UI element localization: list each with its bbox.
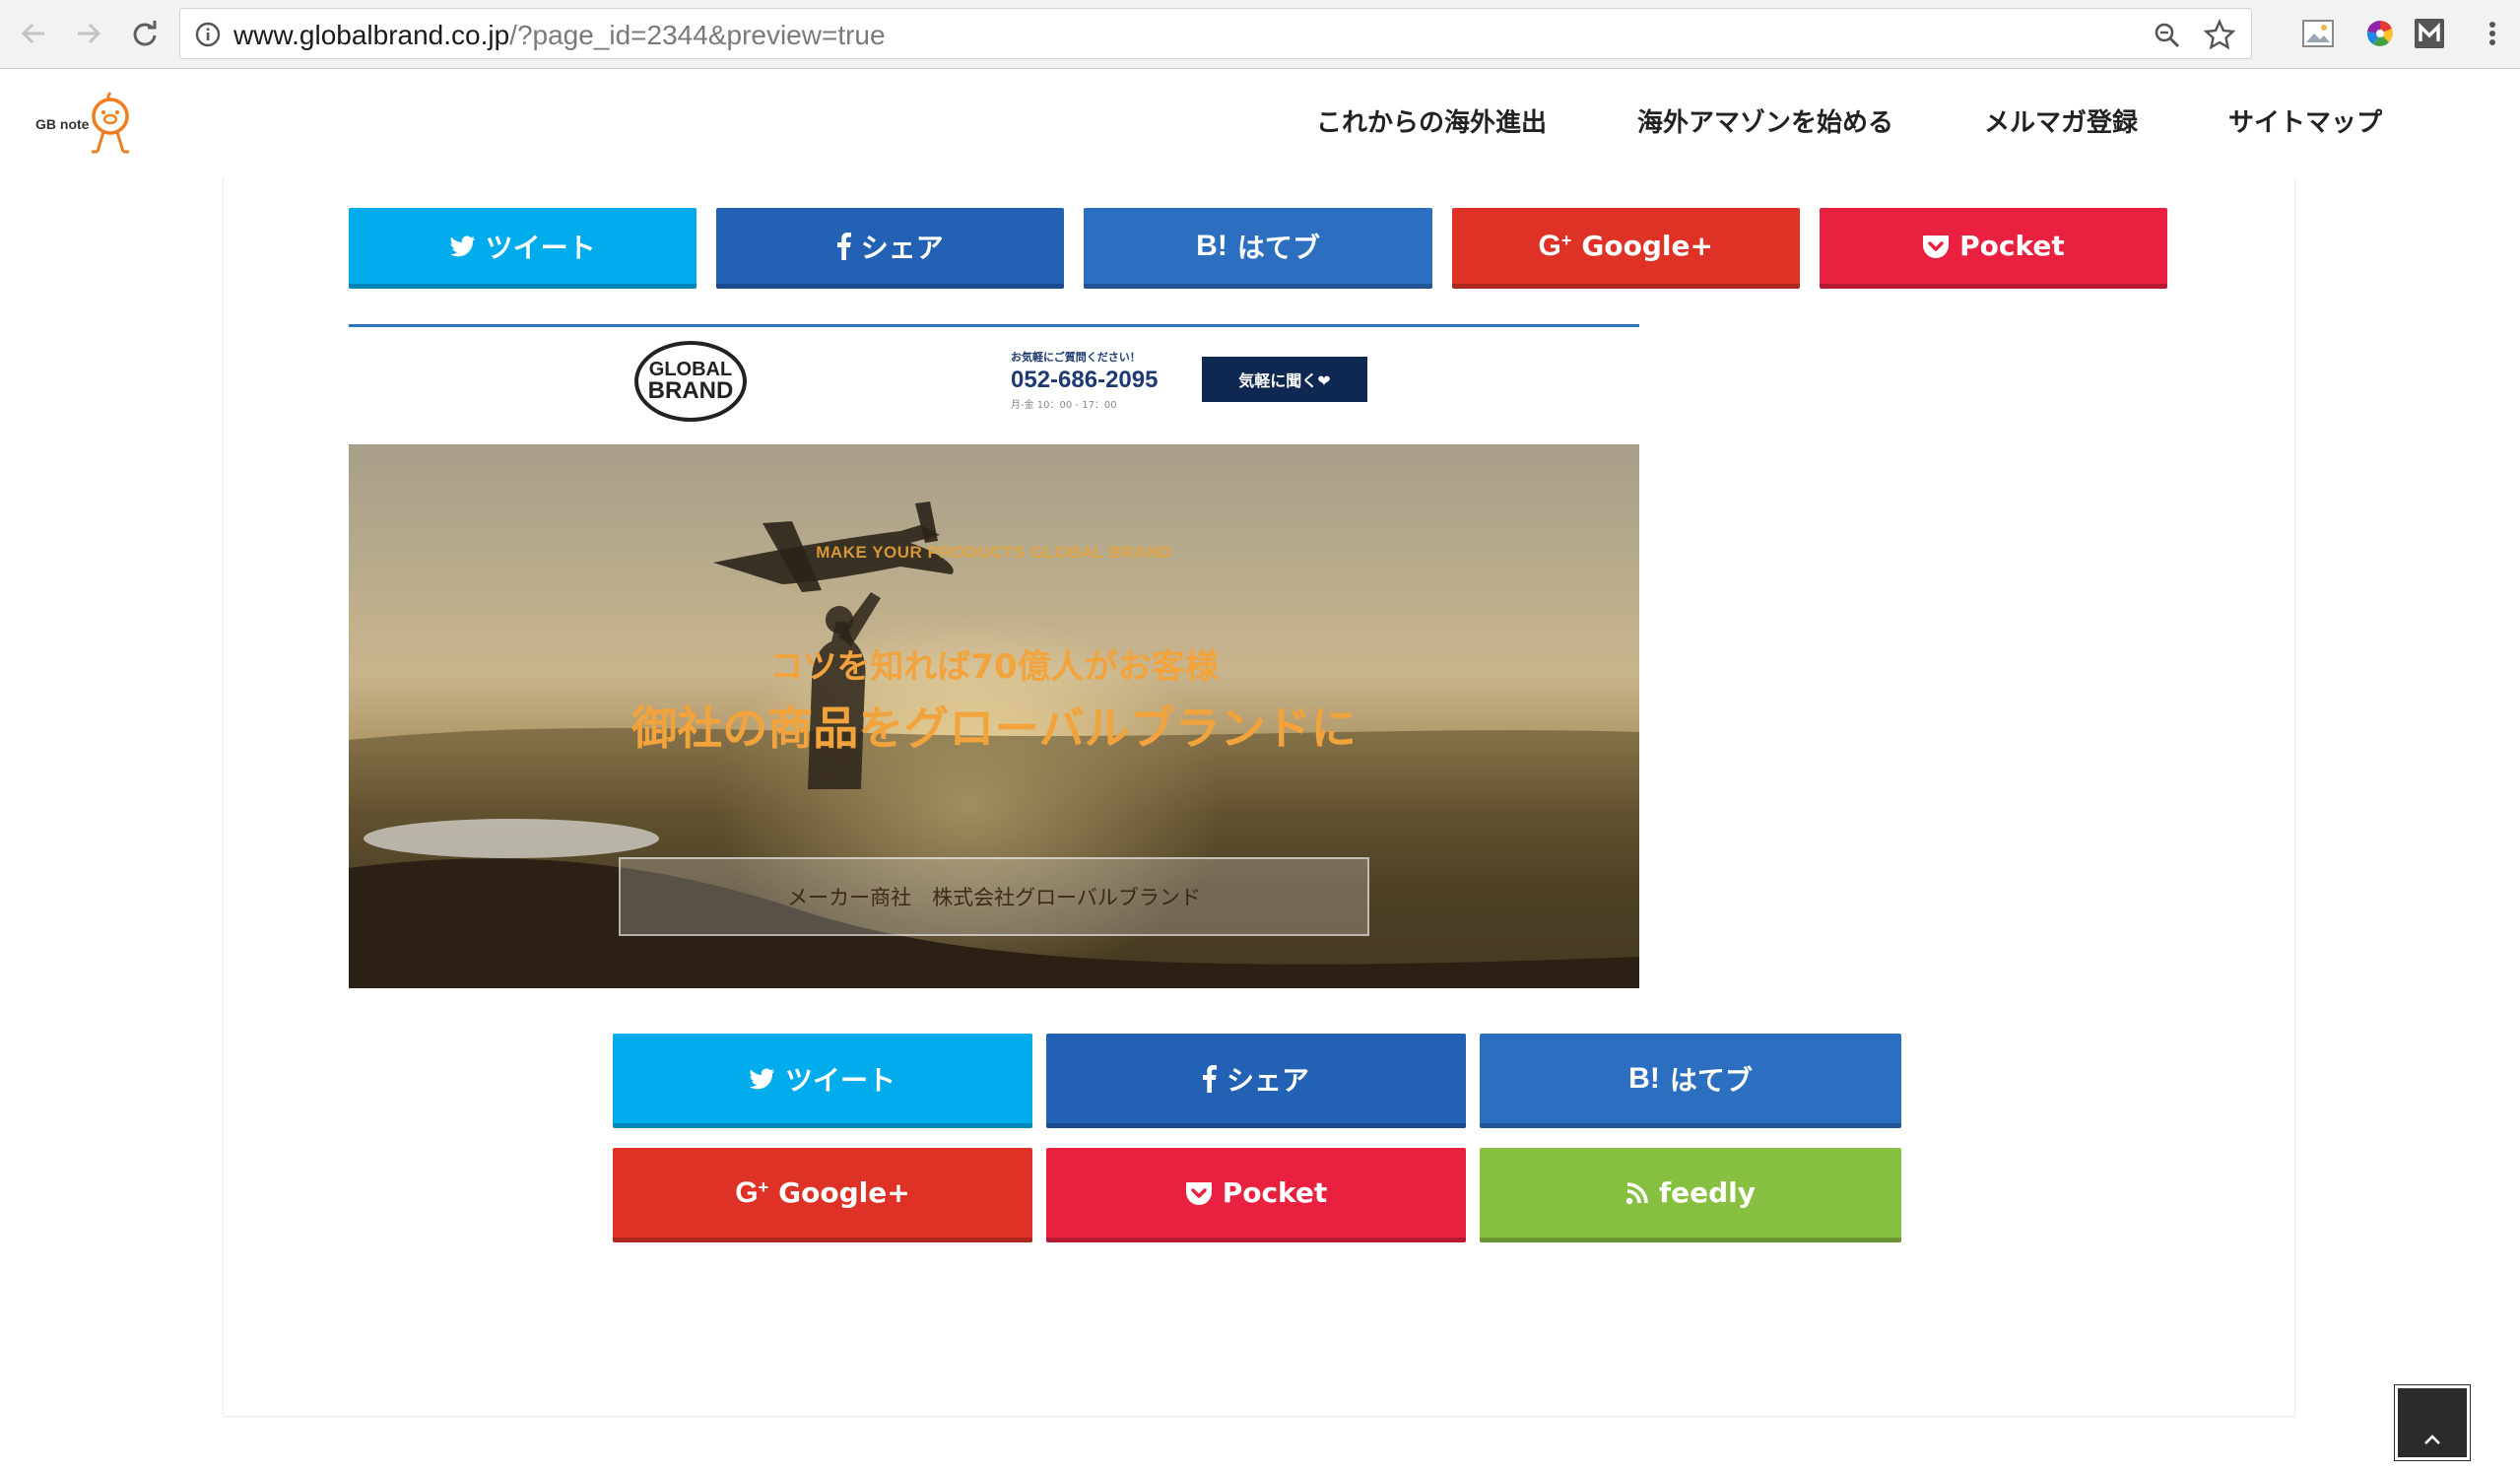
twitter-share-label: ツイート [784, 1063, 895, 1097]
hatena-bookmark-icon: B! [1628, 1061, 1660, 1095]
facebook-share-button[interactable]: シェア [716, 208, 1065, 289]
global-brand-logo-line2: BRAND [647, 377, 734, 404]
hatena-bookmark-label: はてブ [1669, 1063, 1753, 1097]
pocket-icon [1185, 1180, 1213, 1206]
phone-number: 052-686-2095 [1011, 367, 1159, 393]
feedly-follow-button[interactable]: feedly [1480, 1148, 1901, 1242]
zoom-icon [2155, 23, 2180, 48]
mascot-icon [92, 92, 129, 154]
embedded-site-screenshot: GLOBAL BRAND お気軽にご質問ください！ 052-686-2095 月… [349, 324, 1639, 988]
nav-item-sitemap[interactable]: サイトマップ [2228, 102, 2382, 139]
logo-text: GB note [35, 116, 90, 132]
facebook-icon [1202, 1064, 1217, 1093]
reload-button[interactable] [124, 14, 164, 53]
site-header: GB note これからの海外進出 海外アマゾンを始める メルマガ登録 サイトマ… [0, 69, 2520, 177]
ask-button[interactable]: 気軽に聞く❤ [1202, 357, 1367, 402]
forward-arrow-icon [78, 23, 101, 44]
contact-caption: お気軽にご質問ください！ [1011, 351, 1141, 364]
pocket-share-button[interactable]: Pocket [1046, 1148, 1466, 1242]
browser-menu-icon[interactable] [2475, 16, 2510, 51]
hatena-bookmark-button[interactable]: B! はてブ [1084, 208, 1432, 289]
extension-color-wheel-icon[interactable] [2362, 16, 2398, 51]
google-plus-share-label: Google+ [1581, 230, 1713, 262]
pocket-share-button[interactable]: Pocket [1819, 208, 2168, 289]
hatena-bookmark-button[interactable]: B! はてブ [1480, 1034, 1901, 1128]
twitter-share-button[interactable]: ツイート [349, 208, 697, 289]
url-text[interactable]: www.globalbrand.co.jp/?page_id=2344&prev… [233, 20, 886, 51]
browser-toolbar: www.globalbrand.co.jp/?page_id=2344&prev… [0, 0, 2520, 69]
embedded-header: GLOBAL BRAND お気軽にご質問ください！ 052-686-2095 月… [349, 324, 1639, 444]
hero-title-1: コツを知れば70億人がお客様 [769, 647, 1219, 687]
back-to-top-button[interactable] [2394, 1384, 2471, 1461]
bookmark-star-icon [2204, 19, 2235, 50]
rss-icon [1625, 1181, 1649, 1205]
twitter-share-label: ツイート [485, 231, 596, 264]
google-plus-icon: G + [1538, 229, 1572, 262]
hatena-bookmark-label: はてブ [1236, 231, 1320, 264]
extension-m-icon[interactable] [2412, 16, 2447, 51]
chevron-up-icon [2424, 1435, 2440, 1444]
pocket-icon [1922, 234, 1950, 259]
site-logo[interactable]: GB note [33, 91, 142, 160]
global-nav: これからの海外進出 海外アマゾンを始める メルマガ登録 サイトマップ [1316, 102, 2382, 139]
google-plus-share-button[interactable]: G + Google+ [1451, 208, 1800, 289]
reload-icon [133, 21, 157, 46]
back-arrow-icon [21, 23, 44, 44]
pocket-share-label: Pocket [1959, 230, 2065, 262]
twitter-icon [449, 234, 476, 257]
hatena-bookmark-icon: B! [1196, 229, 1227, 262]
google-plus-icon: G + [735, 1175, 769, 1209]
address-bar[interactable]: www.globalbrand.co.jp/?page_id=2344&prev… [179, 8, 2252, 59]
twitter-share-button[interactable]: ツイート [613, 1034, 1032, 1128]
nav-item-overseas-expansion[interactable]: これからの海外進出 [1316, 102, 1547, 139]
pocket-share-label: Pocket [1222, 1176, 1328, 1209]
back-button[interactable] [14, 14, 53, 53]
google-plus-share-button[interactable]: G + Google+ [613, 1148, 1032, 1242]
global-brand-logo-line1: GLOBAL [648, 359, 733, 380]
hero-title-2: 御社の商品をグローバルブランドに [631, 702, 1357, 755]
feedly-label: feedly [1658, 1176, 1757, 1209]
forward-button[interactable] [69, 14, 108, 53]
twitter-icon [749, 1067, 775, 1090]
extension-image-icon[interactable] [2300, 16, 2336, 51]
hero-banner: MAKE YOUR PRODUCTS GLOBAL BRAND コツを知れば70… [349, 444, 1639, 988]
facebook-share-label: シェア [860, 231, 944, 264]
facebook-icon [836, 232, 851, 260]
nav-item-newsletter[interactable]: メルマガ登録 [1984, 102, 2138, 139]
nav-item-amazon[interactable]: 海外アマゾンを始める [1637, 102, 1893, 139]
company-name-box: メーカー商社 株式会社グローバルブランド [619, 857, 1369, 936]
business-hours: 月-金 10：00 - 17：00 [1011, 400, 1117, 411]
facebook-share-label: シェア [1226, 1063, 1309, 1097]
share-buttons-bottom: ツイート シェア B! はてブ G + Google+ Pocket feedly [613, 1034, 1903, 1242]
google-plus-share-label: Google+ [778, 1176, 910, 1209]
hero-subtitle: MAKE YOUR PRODUCTS GLOBAL BRAND [816, 543, 1172, 562]
info-icon [195, 22, 221, 47]
share-buttons-top: ツイート シェア B! はてブ G + Google+ Pocket [349, 208, 2168, 289]
global-brand-logo: GLOBAL BRAND [634, 341, 747, 422]
facebook-share-button[interactable]: シェア [1046, 1034, 1466, 1128]
